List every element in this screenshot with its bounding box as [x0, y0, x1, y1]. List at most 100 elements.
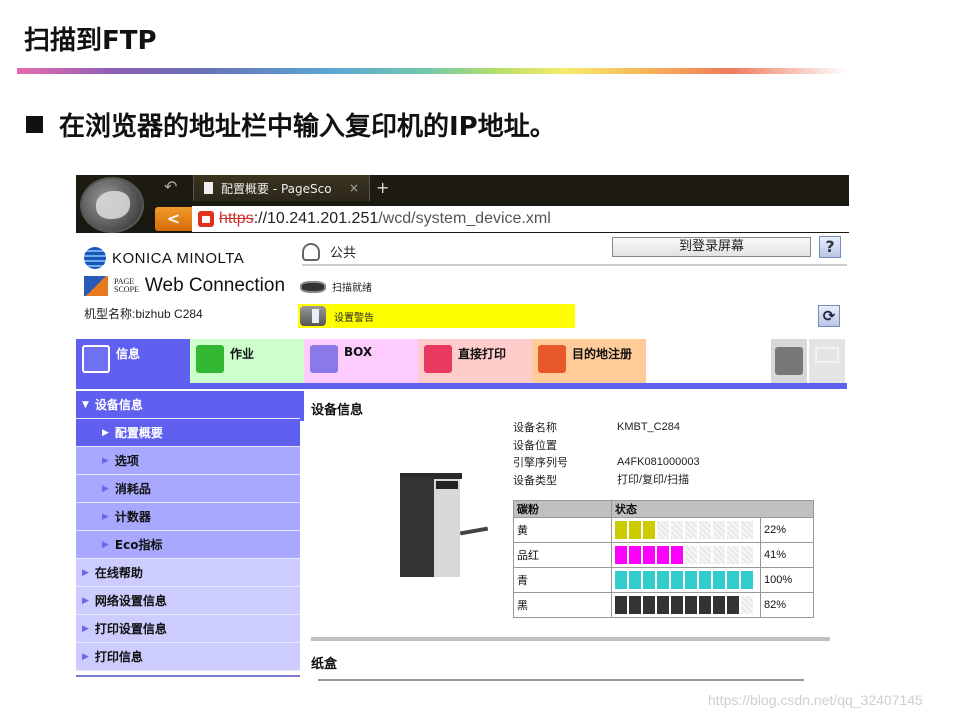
toner-segment-filled	[629, 546, 641, 564]
toner-segment-filled	[727, 571, 739, 589]
toner-segment-filled	[629, 571, 641, 589]
slide-title: 扫描到FTP	[24, 26, 157, 56]
sidebar-item-network-settings[interactable]: ▶ 网络设置信息	[76, 587, 300, 615]
toner-segment-filled	[685, 596, 697, 614]
triangle-right-icon: ▶	[82, 651, 89, 662]
toner-segment-filled	[671, 571, 683, 589]
toner-percent: 100%	[760, 567, 814, 593]
tab-box[interactable]: BOX	[304, 339, 418, 383]
toner-segment-filled	[643, 596, 655, 614]
address-bar[interactable]: https ://10.241.201.251 /wcd/system_devi…	[192, 206, 849, 232]
toner-segment-filled	[629, 521, 641, 539]
tab-label: BOX	[344, 345, 373, 359]
toner-row: 黄 22%	[513, 517, 814, 543]
tab-title: 配置概要 - PageSco	[221, 181, 332, 196]
info-label: 引擎序列号	[513, 456, 568, 469]
toner-level-cell	[611, 567, 761, 593]
triangle-right-icon: ▶	[102, 455, 109, 466]
triangle-right-icon: ▶	[102, 539, 109, 550]
info-label: 设备名称	[513, 421, 557, 434]
tab-spacer	[646, 339, 771, 383]
triangle-right-icon: ▶	[82, 623, 89, 634]
toner-segment-empty	[685, 546, 697, 564]
tab-direct-print[interactable]: 直接打印	[418, 339, 532, 383]
tab-label: 信息	[116, 347, 141, 361]
watermark: https://blog.csdn.net/qq_32407145	[708, 692, 923, 708]
tab-destination[interactable]: 目的地注册	[532, 339, 646, 383]
rainbow-divider	[17, 68, 847, 74]
toner-row: 品红 41%	[513, 542, 814, 568]
sidebar-label: 设备信息	[94, 398, 143, 412]
tab-display[interactable]	[809, 339, 845, 383]
toner-segment-filled	[615, 571, 627, 589]
toner-segment-filled	[727, 596, 739, 614]
section-divider	[311, 637, 830, 641]
sidebar-label: 打印信息	[94, 650, 143, 664]
warning-status[interactable]: 设置警告	[298, 304, 575, 328]
printer-body	[400, 477, 434, 577]
triangle-right-icon: ▶	[102, 483, 109, 494]
undo-close-tab-icon[interactable]: ↶	[164, 177, 177, 196]
browser-chrome: ↶ 配置概要 - PageSco × + < https ://10.241.2…	[76, 175, 849, 233]
info-value	[617, 437, 700, 455]
browser-tab[interactable]: 配置概要 - PageSco ×	[193, 175, 370, 201]
brand-name: KONICA MINOLTA	[112, 249, 245, 267]
display-icon	[815, 347, 839, 363]
toner-percent: 41%	[760, 542, 814, 568]
toner-name: 黑	[513, 592, 612, 618]
content-title: 设备信息	[311, 403, 364, 418]
help-icon[interactable]: ?	[819, 236, 841, 258]
box-icon	[310, 345, 338, 373]
back-button[interactable]: <	[155, 207, 192, 231]
tab-close-icon[interactable]: ×	[349, 181, 359, 195]
lock-icon[interactable]	[198, 211, 214, 227]
direct-print-icon	[424, 345, 452, 373]
scan-status-text: 扫描就绪	[332, 283, 372, 294]
pagescope-small-text: PAGE SCOPE	[114, 278, 139, 294]
product-name: Web Connection	[144, 275, 286, 296]
toner-percent: 82%	[760, 592, 814, 618]
toner-segment-filled	[643, 546, 655, 564]
toner-segment-filled	[657, 596, 669, 614]
triangle-right-icon: ▶	[102, 511, 109, 522]
document-icon	[204, 182, 213, 194]
sidebar-item-eco[interactable]: ▶ Eco指标	[76, 531, 300, 559]
toner-segment-empty	[741, 546, 753, 564]
sidebar-label: 消耗品	[114, 482, 151, 496]
sidebar-item-options[interactable]: ▶ 选项	[76, 447, 300, 475]
sidebar-item-online-help[interactable]: ▶ 在线帮助	[76, 559, 300, 587]
tab-label: 作业	[230, 347, 255, 361]
sidebar-label: 打印设置信息	[94, 622, 167, 636]
sidebar-item-print-settings[interactable]: ▶ 打印设置信息	[76, 615, 300, 643]
toner-segment-filled	[713, 596, 725, 614]
sidebar-item-print-info[interactable]: ▶ 打印信息	[76, 643, 300, 671]
tab-job[interactable]: 作业	[190, 339, 304, 383]
triangle-down-icon: ▼	[82, 399, 89, 410]
login-screen-button[interactable]: 到登录屏幕	[612, 237, 811, 257]
browser-logo-icon[interactable]	[80, 177, 144, 233]
sidebar-item-device-info[interactable]: ▼ 设备信息	[76, 391, 300, 419]
scanner-icon	[300, 280, 326, 293]
scope-text: SCOPE	[114, 285, 139, 294]
tab-info[interactable]: 信息	[76, 339, 190, 383]
new-tab-button[interactable]: +	[376, 178, 389, 197]
info-label: 设备位置	[513, 438, 557, 452]
toner-segment-empty	[727, 521, 739, 539]
sidebar-label: 配置概要	[114, 426, 163, 440]
user-name: 公共	[330, 246, 357, 261]
refresh-icon[interactable]: ⟳	[818, 305, 840, 327]
pagescope-logo: PAGE SCOPE Web Connection	[84, 275, 285, 297]
triangle-right-icon: ▶	[102, 427, 109, 438]
sidebar-label: 网络设置信息	[94, 594, 167, 608]
toner-level-bar	[615, 546, 760, 564]
info-value: A4FK081000003	[617, 456, 700, 468]
tab-utility[interactable]	[771, 339, 807, 383]
model-name: 机型名称:bizhub C284	[84, 307, 203, 321]
printer-panel	[436, 481, 458, 489]
pagescope-icon	[84, 276, 108, 296]
toner-segment-empty	[727, 546, 739, 564]
sidebar-item-config-summary[interactable]: ▶ 配置概要	[76, 419, 300, 447]
sidebar-item-consumables[interactable]: ▶ 消耗品	[76, 475, 300, 503]
sidebar-item-counter[interactable]: ▶ 计数器	[76, 503, 300, 531]
info-icon	[82, 345, 110, 373]
